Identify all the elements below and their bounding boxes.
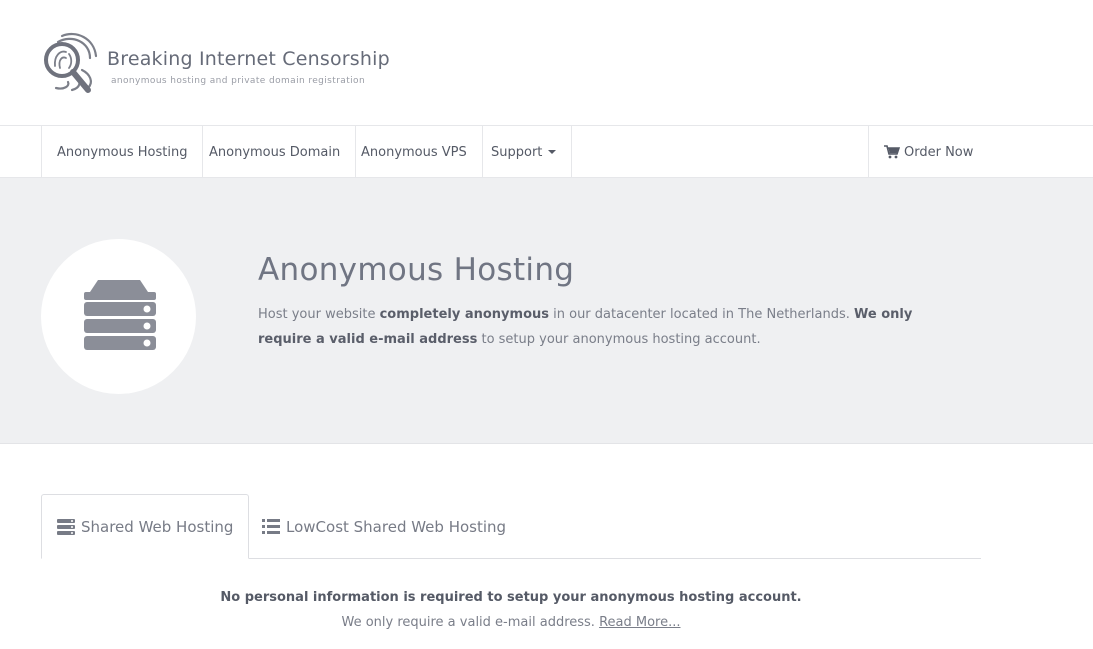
tab-label: Shared Web Hosting [81,517,234,536]
brand-title[interactable]: Breaking Internet Censorship [107,48,390,70]
site-header: Breaking Internet Censorship anonymous h… [0,0,1093,125]
nav-label: Anonymous Domain [209,144,341,160]
nav-label: Support [491,144,543,160]
caret-down-icon [548,150,557,154]
order-now-link[interactable]: Order Now [868,126,1093,178]
main-nav: Anonymous Hosting Anonymous Domain Anony… [0,125,1093,178]
nav-anonymous-domain[interactable]: Anonymous Domain [194,126,357,178]
read-more-link[interactable]: Read More... [599,615,680,630]
nav-label: Anonymous Hosting [57,144,188,160]
cart-icon [884,145,900,159]
order-now-label: Order Now [904,144,974,160]
nav-anonymous-vps[interactable]: Anonymous VPS [346,126,483,178]
fingerprint-magnifier-icon[interactable] [42,30,100,96]
hero-title: Anonymous Hosting [258,252,575,288]
server-icon [84,280,156,350]
hero-section: Anonymous Hosting Host your website comp… [0,178,1093,444]
hero-description: Host your website completely anonymous i… [258,307,913,347]
nav-anonymous-hosting[interactable]: Anonymous Hosting [41,126,204,178]
tab-lowcost-shared-web-hosting[interactable]: LowCost Shared Web Hosting [247,494,521,559]
nav-support-dropdown[interactable]: Support [476,126,573,178]
nav-label: Anonymous VPS [361,144,467,160]
content-subline: We only require a valid e-mail address. … [341,615,681,630]
list-icon [262,518,280,534]
tab-label: LowCost Shared Web Hosting [286,517,507,536]
tab-shared-web-hosting[interactable]: Shared Web Hosting [41,494,250,559]
server-stack-icon [57,518,75,535]
hosting-tabs: Shared Web Hosting LowCost Shared Web Ho… [41,494,981,559]
content-headline: No personal information is required to s… [220,590,802,605]
brand-subtitle: anonymous hosting and private domain reg… [111,76,366,86]
